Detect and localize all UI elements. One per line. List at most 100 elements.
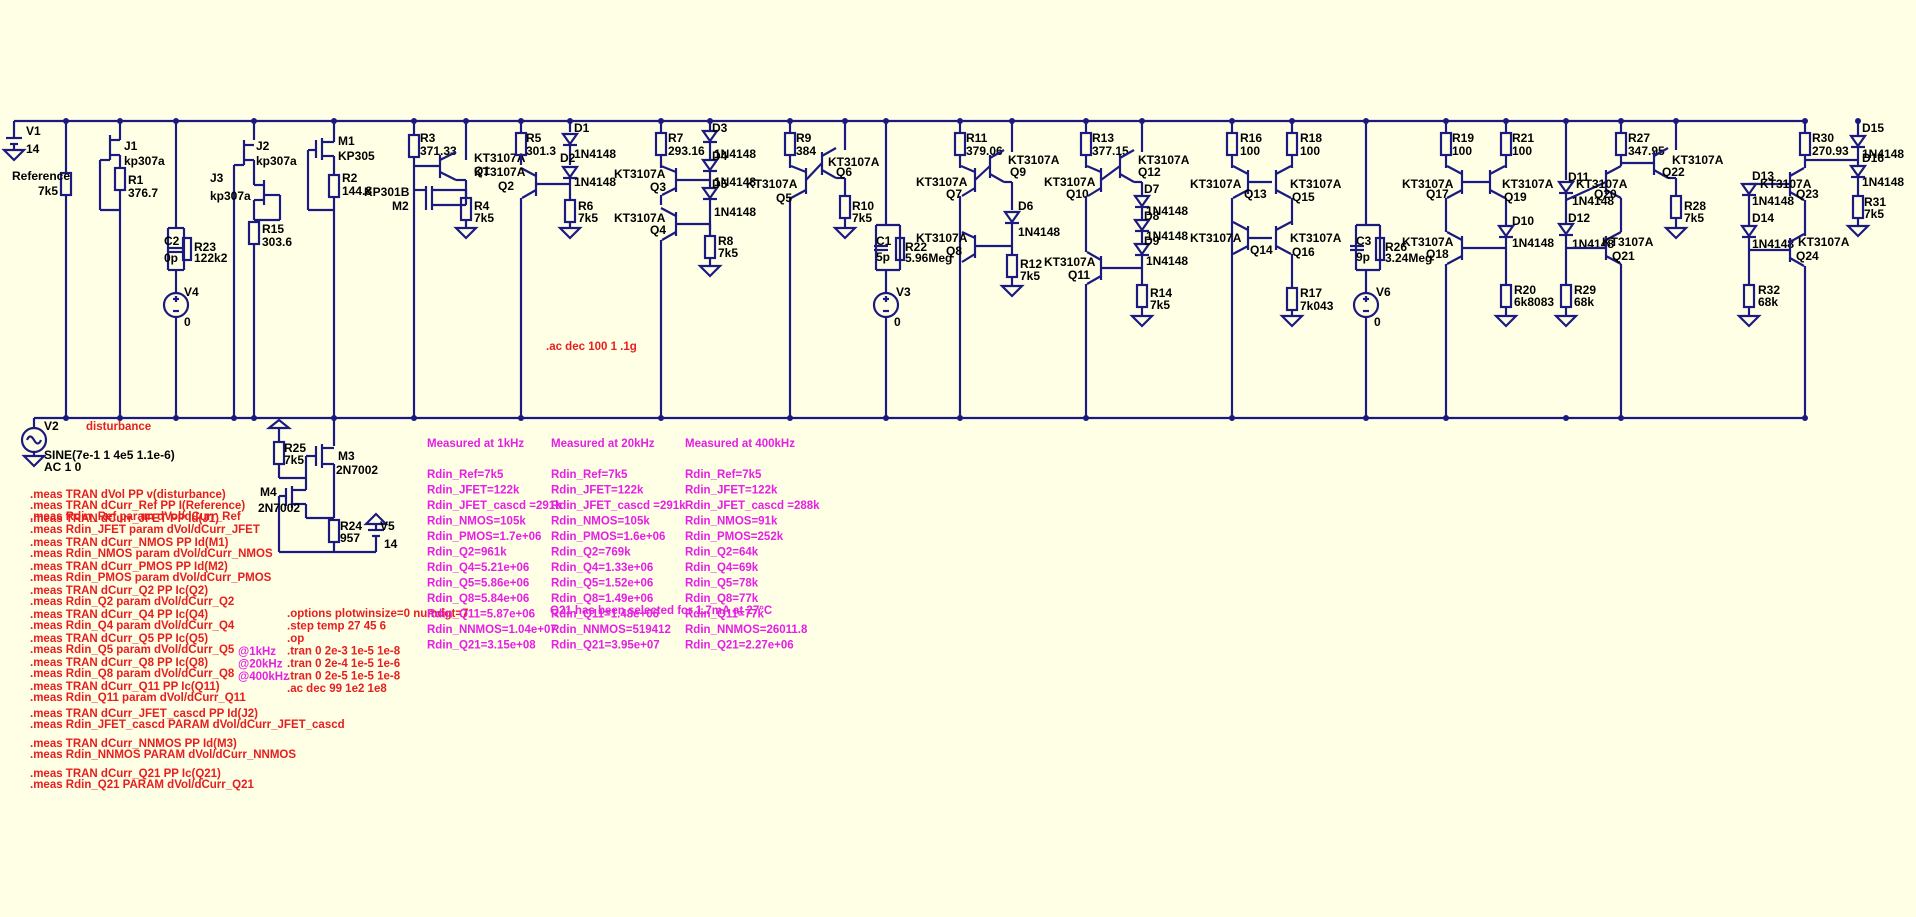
results-row: Rdin_NNMOS=519412: [551, 624, 671, 636]
bjt-q7[interactable]: KT3107A Q7: [916, 164, 991, 418]
resistor-r25[interactable]: R25 7k5: [265, 418, 308, 480]
bjt-q10[interactable]: KT3107A Q10: [1044, 164, 1121, 201]
meas-directive-line[interactable]: .meas Rdin_NNMOS PARAM dVol/dCurr_NNMOS: [30, 749, 296, 761]
bjt-q16[interactable]: KT3107A Q16: [1274, 221, 1342, 288]
part-name: R21: [1512, 131, 1534, 145]
resistor-r17[interactable]: R17 7k043: [1279, 286, 1334, 328]
capacitor-c2[interactable]: C2 0p: [164, 121, 186, 292]
resistor-r7[interactable]: R7 293.16: [654, 121, 705, 168]
resistor-r16[interactable]: R16 100: [1225, 121, 1262, 168]
resistor-r6[interactable]: R6 7k5: [557, 198, 598, 240]
results-row: Rdin_Q5=5.86e+06: [427, 578, 529, 590]
results-row: Rdin_Q21=3.95e+07: [551, 640, 660, 652]
part-name: Q18: [1426, 247, 1449, 261]
sim-directive-line[interactable]: .step temp 27 45 6: [287, 621, 386, 633]
part-value: KT3107A: [1290, 231, 1342, 245]
part-name: Q15: [1292, 190, 1315, 204]
resistor-r14[interactable]: R14 7k5: [1129, 283, 1172, 328]
part-value: 7k5: [1684, 211, 1704, 225]
resistor-r19[interactable]: R19 100: [1439, 121, 1474, 168]
bjt-q9[interactable]: KT3107A Q9: [988, 121, 1060, 210]
voltage-source-v3[interactable]: V3 0: [872, 285, 911, 418]
resistor-r28[interactable]: R28 7k5: [1663, 194, 1706, 240]
bjt-q4[interactable]: KT3107A Q4: [614, 207, 710, 418]
resistor-r32[interactable]: R32 68k: [1736, 283, 1780, 328]
bjt-q17[interactable]: KT3107A Q17: [1402, 165, 1490, 201]
meas-directive-line[interactable]: .meas Rdin_PMOS param dVol/dCurr_PMOS: [30, 572, 272, 584]
meas-directive-line[interactable]: .meas Rdin_Q21 PARAM dVol/dCurr_Q21: [30, 779, 254, 791]
part-name: R13: [1092, 131, 1114, 145]
results-row: Rdin_Q5=78k: [685, 578, 759, 590]
bjt-q3[interactable]: KT3107A Q3: [614, 164, 710, 205]
part-value: KP305: [338, 149, 375, 163]
ac-directive[interactable]: .ac dec 100 1 .1g: [546, 341, 637, 353]
resistor-r15[interactable]: R15 303.6: [247, 218, 292, 418]
part-value: 1N4148: [574, 175, 616, 189]
sim-directive-line[interactable]: .tran 0 2e-5 1e-5 1e-8: [287, 671, 401, 683]
part-value: 7k5: [718, 246, 738, 260]
bjt-q24[interactable]: KT3107A Q24: [1749, 200, 1850, 418]
part-name: D9: [1144, 234, 1160, 248]
part-value: KP301B: [364, 185, 410, 199]
resistor-r2[interactable]: R2 144.8: [308, 171, 372, 418]
resistor-r18[interactable]: R18 100: [1285, 121, 1322, 168]
part-value: 2N7002: [336, 463, 378, 477]
sim-directive-line[interactable]: .op: [287, 633, 304, 645]
mosfet-m3[interactable]: M3 2N7002: [306, 418, 378, 518]
resistor-r5[interactable]: R5 301.3: [514, 121, 556, 165]
resistor-r12[interactable]: R12 7k5: [999, 253, 1042, 298]
part-name: Q4: [650, 223, 666, 237]
capacitor-c3[interactable]: C3 9p: [1350, 121, 1382, 292]
results-row: Rdin_Ref=7k5: [685, 469, 762, 481]
resistor-r23[interactable]: R23 122k2: [181, 236, 228, 265]
mosfet-m4[interactable]: M4 2N7002: [258, 478, 308, 552]
meas-directive-line[interactable]: .meas Rdin_Q11 param dVol/dCurr_Q11: [30, 692, 246, 704]
junction-dot: [1563, 415, 1569, 421]
resistor-r4[interactable]: R4 7k5: [453, 190, 494, 240]
resistor-r11[interactable]: R11 379.06: [953, 121, 1003, 168]
meas-directive-line[interactable]: .meas Rdin_JFET param dVol/dCurr_JFET: [30, 524, 260, 536]
sim-directive-line[interactable]: .tran 0 2e-3 1e-5 1e-8: [287, 646, 401, 658]
jfet-j2[interactable]: J2 kp307a: [232, 121, 297, 418]
diode-d14[interactable]: D14 1N4148: [1739, 195, 1794, 285]
simulation-directives[interactable]: .options plotwinsize=0 numdgt=7.step tem…: [287, 608, 468, 695]
resistor-r27[interactable]: R27 347.95: [1614, 121, 1665, 166]
bjt-q18[interactable]: KT3107A Q18: [1402, 198, 1506, 418]
meas-directive-line[interactable]: .meas Rdin_Q8 param dVol/dCurr_Q8: [30, 668, 235, 680]
capacitor-c1[interactable]: C1 5p: [874, 121, 902, 292]
schematic-canvas[interactable]: V1 14 Reference 7k5 J1 kp307a R1 376.7 C…: [0, 0, 1916, 917]
resistor-r29[interactable]: R29 68k: [1553, 283, 1596, 328]
resistor-r24[interactable]: R24 957: [279, 516, 376, 554]
meas-directive-line[interactable]: .meas Rdin_JFET_cascd PARAM dVol/dCurr_J…: [30, 719, 345, 731]
diode-d6[interactable]: D6 1N4148: [1002, 199, 1060, 255]
jfet-j3[interactable]: J3 kp307a: [210, 171, 282, 220]
resistor-r21[interactable]: R21 100: [1499, 121, 1534, 168]
part-name: V2: [44, 419, 59, 433]
meas-directive-line[interactable]: .meas Rdin_Q4 param dVol/dCurr_Q4: [30, 620, 235, 632]
resistor-r20[interactable]: R20 6k8083: [1493, 283, 1554, 328]
diode-d10[interactable]: D10 1N4148: [1496, 214, 1554, 285]
resistor-reference[interactable]: Reference 7k5: [12, 121, 73, 418]
voltage-source-v4[interactable]: V4 0: [162, 285, 199, 418]
part-value: 293.16: [668, 144, 705, 158]
bjt-q15[interactable]: KT3107A Q15: [1274, 165, 1342, 225]
voltage-source-v6[interactable]: V6 0: [1352, 285, 1391, 418]
meas-directive-line[interactable]: .meas Rdin_NMOS param dVol/dCurr_NMOS: [30, 548, 273, 560]
part-name: M2: [392, 199, 409, 213]
resistor-r10[interactable]: R10 7k5: [832, 194, 874, 240]
meas-directive-line[interactable]: .meas Rdin_Q2 param dVol/dCurr_Q2: [30, 596, 234, 608]
bjt-q5[interactable]: KT3107A Q5: [746, 162, 823, 418]
sim-directive-line[interactable]: .tran 0 2e-4 1e-5 1e-6: [287, 658, 400, 670]
bjt-q6[interactable]: KT3107A Q6: [820, 121, 880, 195]
part-name: R19: [1452, 131, 1474, 145]
resistor-r13[interactable]: R13 377.15: [1079, 121, 1129, 168]
voltage-source-v5[interactable]: V5 14: [363, 512, 398, 552]
voltage-source-v1[interactable]: V1 14: [1, 121, 41, 162]
bjt-q13[interactable]: KT3107A Q13: [1190, 165, 1272, 418]
resistor-r9[interactable]: R9 384: [783, 121, 816, 168]
part-value: 1N4148: [1018, 225, 1060, 239]
resistor-r8[interactable]: R8 7k5: [697, 224, 738, 278]
meas-directive-line[interactable]: .meas Rdin_Q5 param dVol/dCurr_Q5: [30, 644, 235, 656]
sim-directive-line[interactable]: .ac dec 99 1e2 1e8: [287, 683, 387, 695]
resistor-r1[interactable]: R1 376.7: [100, 166, 158, 418]
